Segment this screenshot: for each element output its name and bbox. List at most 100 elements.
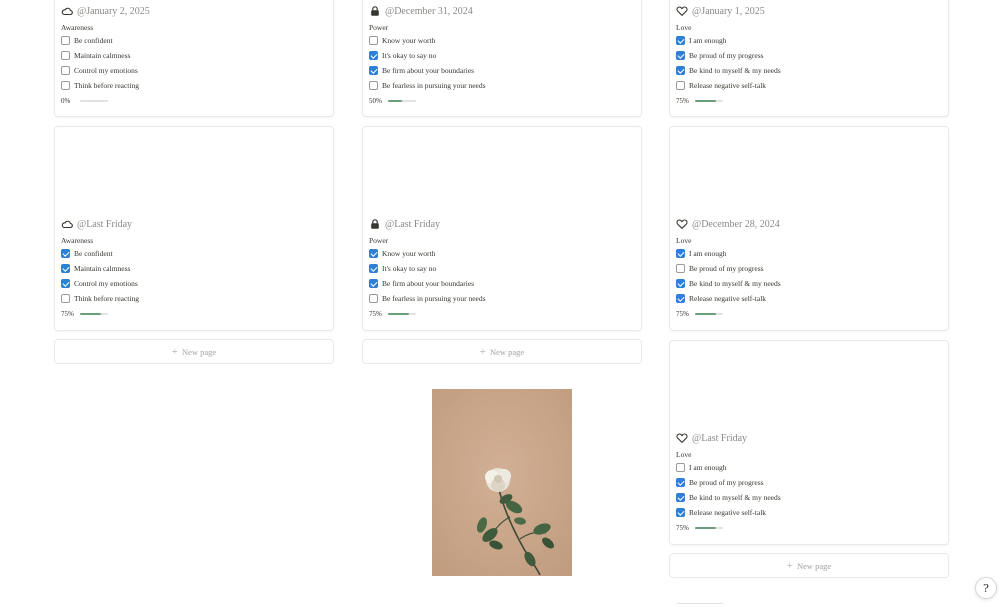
progress-label: 75% (676, 310, 689, 318)
progress-row: 75% (369, 308, 635, 320)
task-item: Think before reacting (61, 78, 327, 93)
task-checkbox[interactable] (369, 249, 378, 258)
task-checkbox[interactable] (676, 493, 685, 502)
task-checkbox[interactable] (61, 294, 70, 303)
task-item: Be kind to myself & my needs (676, 490, 942, 505)
plus-icon: + (479, 345, 486, 358)
board-card[interactable]: @January 2, 2025 Awareness Be confident Mai… (54, 0, 334, 117)
task-label: I am enough (689, 463, 727, 472)
progress-label: 0% (61, 97, 71, 105)
progress-row: 75% (676, 308, 942, 320)
task-item: Know your worth (369, 33, 635, 48)
task-checkbox[interactable] (369, 294, 378, 303)
task-checkbox[interactable] (61, 81, 70, 90)
board-card[interactable]: @Last Friday Love I am enough Be proud of m… (669, 340, 949, 545)
task-checkbox[interactable] (369, 36, 378, 45)
progress-row: 50% (369, 95, 635, 107)
task-checkbox[interactable] (61, 279, 70, 288)
new-page-button[interactable]: + New page (362, 339, 642, 364)
task-item: Be confident (61, 33, 327, 48)
task-item: Be fearless in pursuing your needs (369, 78, 635, 93)
board-card[interactable]: @Last Friday Awareness Be confident Maintai… (54, 126, 334, 331)
task-checkbox[interactable] (676, 66, 685, 75)
task-item: It's okay to say no (369, 48, 635, 63)
card-category: Power (369, 236, 389, 245)
card-date-row: @December 31, 2024 (369, 3, 635, 19)
task-item: I am enough (676, 33, 942, 48)
task-checkbox[interactable] (369, 66, 378, 75)
task-item: Control my emotions (61, 276, 327, 291)
task-checkbox[interactable] (369, 279, 378, 288)
task-checkbox[interactable] (61, 36, 70, 45)
task-item: Be proud of my progress (676, 261, 942, 276)
task-checkbox[interactable] (676, 81, 685, 90)
task-label: Think before reacting (74, 294, 139, 303)
progress-bar (695, 100, 723, 102)
task-checkbox[interactable] (676, 294, 685, 303)
task-item: Be proud of my progress (676, 475, 942, 490)
new-page-button[interactable]: + New page (54, 339, 334, 364)
board-card[interactable]: @December 28, 2024 Love I am enough Be prou… (669, 126, 949, 331)
task-checkbox[interactable] (676, 264, 685, 273)
task-checkbox[interactable] (369, 264, 378, 273)
task-item: Maintain calmness (61, 48, 327, 63)
progress-bar (388, 100, 416, 102)
task-item: Be fearless in pursuing your needs (369, 291, 635, 306)
task-item: Be confident (61, 246, 327, 261)
task-item: I am enough (676, 246, 942, 261)
task-label: It's okay to say no (382, 51, 437, 60)
task-checkbox[interactable] (61, 66, 70, 75)
help-icon[interactable]: ? (975, 577, 997, 599)
task-label: Maintain calmness (74, 264, 131, 273)
cloud-icon (61, 218, 73, 230)
task-checkbox[interactable] (676, 508, 685, 517)
card-date-row: @Last Friday (369, 216, 635, 232)
task-item: Maintain calmness (61, 261, 327, 276)
task-label: I am enough (689, 249, 727, 258)
new-page-button[interactable]: + New page (669, 553, 949, 578)
task-item: It's okay to say no (369, 261, 635, 276)
task-label: Maintain calmness (74, 51, 131, 60)
card-edge (676, 603, 724, 607)
task-item: Release negative self-talk (676, 291, 942, 306)
board-card[interactable]: @December 31, 2024 Power Know your worth It… (362, 0, 642, 117)
task-checkbox[interactable] (676, 478, 685, 487)
card-date-row: @Last Friday (61, 216, 327, 232)
task-checkbox[interactable] (369, 51, 378, 60)
task-checkbox[interactable] (369, 81, 378, 90)
progress-label: 75% (676, 97, 689, 105)
cloud-icon (61, 5, 73, 17)
task-label: I am enough (689, 36, 727, 45)
board-card[interactable]: @Last Friday Power Know your worth It's oka… (362, 126, 642, 331)
progress-row: 75% (676, 95, 942, 107)
lock-icon (369, 5, 381, 17)
progress-row: 0% (61, 95, 327, 107)
card-date: @December 31, 2024 (385, 5, 473, 17)
heart-icon (676, 432, 688, 444)
progress-bar (388, 313, 416, 315)
task-checkbox[interactable] (676, 51, 685, 60)
progress-row: 75% (676, 522, 942, 534)
new-page-label: New page (489, 346, 525, 357)
plus-icon: + (171, 345, 178, 358)
board-card[interactable]: @January 1, 2025 Love I am enough Be proud … (669, 0, 949, 117)
task-label: Be fearless in pursuing your needs (382, 81, 486, 90)
progress-fill (388, 313, 409, 315)
task-label: Release negative self-talk (689, 508, 767, 517)
heart-icon (676, 5, 688, 17)
task-label: Be confident (74, 36, 113, 45)
task-checkbox[interactable] (61, 264, 70, 273)
task-checkbox[interactable] (676, 463, 685, 472)
task-checkbox[interactable] (676, 36, 685, 45)
task-label: Be kind to myself & my needs (689, 279, 781, 288)
task-checkbox[interactable] (676, 279, 685, 288)
task-checkbox[interactable] (676, 249, 685, 258)
task-checkbox[interactable] (61, 51, 70, 60)
progress-label: 75% (61, 310, 74, 318)
progress-bar (695, 527, 723, 529)
progress-label: 50% (369, 97, 382, 105)
card-category: Love (676, 236, 692, 245)
task-checkbox[interactable] (61, 249, 70, 258)
task-label: Be firm about your boundaries (382, 279, 475, 288)
card-date-row: @Last Friday (676, 430, 942, 446)
